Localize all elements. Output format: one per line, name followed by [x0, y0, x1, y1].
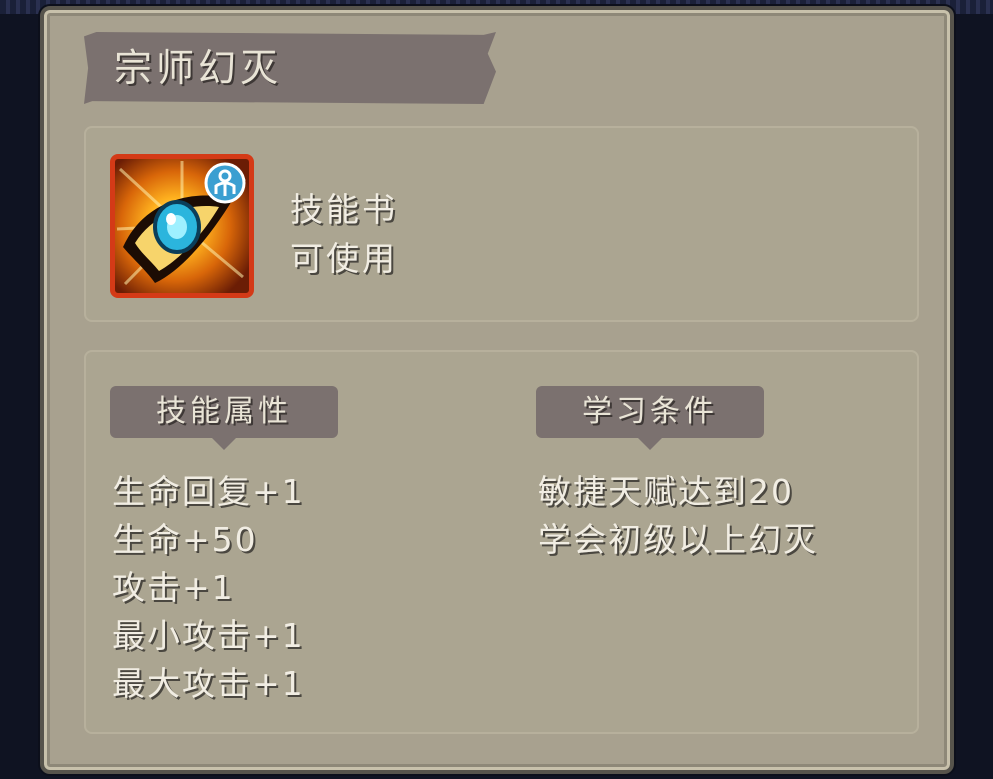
- item-usable-status: 可使用: [290, 239, 398, 278]
- attribute-line: 生命+50: [112, 520, 258, 559]
- item-type-label: 技能书: [290, 190, 398, 229]
- item-title: 宗师幻灭: [114, 46, 283, 90]
- attribute-line: 攻击+1: [112, 568, 235, 607]
- skill-book-badge-icon: [204, 162, 246, 204]
- attribute-line: 最大攻击+1: [112, 664, 305, 703]
- requirement-line: 学会初级以上幻灭: [538, 520, 818, 559]
- attribute-line: 最小攻击+1: [112, 616, 305, 655]
- attribute-line: 生命回复+1: [112, 472, 305, 511]
- requirement-line: 敏捷天赋达到20: [538, 472, 794, 511]
- learning-requirements-list: 敏捷天赋达到20 学会初级以上幻灭: [538, 468, 818, 564]
- skill-attributes-header: 技能属性: [110, 386, 338, 450]
- learning-requirements-header: 学习条件: [536, 386, 764, 450]
- skill-attributes-list: 生命回复+1 生命+50 攻击+1 最小攻击+1 最大攻击+1: [112, 468, 305, 708]
